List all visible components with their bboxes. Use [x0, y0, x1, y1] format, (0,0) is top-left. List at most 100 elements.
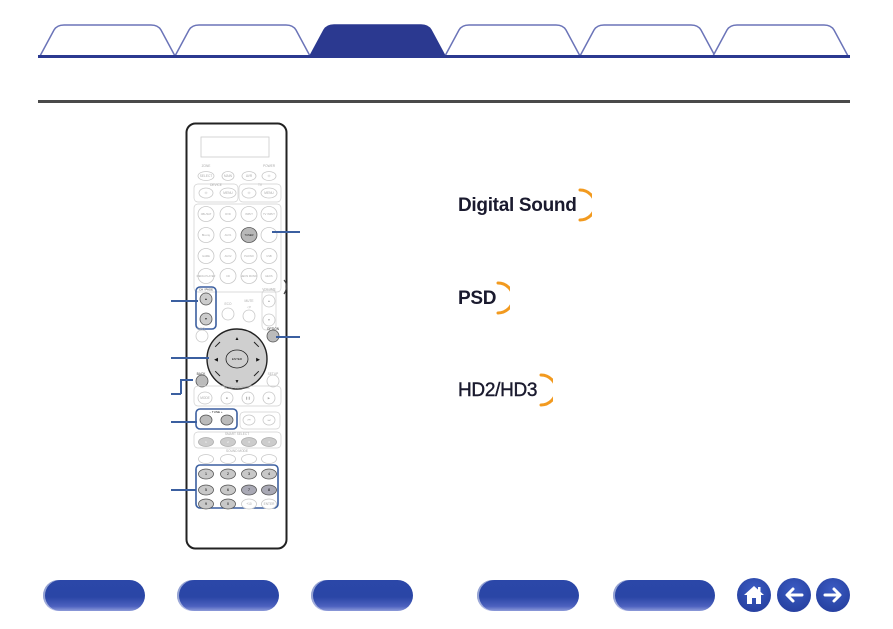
nav-button-1[interactable] — [43, 580, 145, 611]
tab-4-label — [459, 28, 566, 52]
label-back: BACK — [197, 372, 207, 376]
source-button-heos-label: HEOS — [265, 274, 273, 278]
skip-forward-button-label: ⏭ — [268, 418, 271, 422]
forward-button[interactable] — [816, 578, 850, 612]
tab-1-label — [54, 28, 161, 52]
arrow-right-icon — [823, 587, 842, 603]
callout-option — [276, 336, 300, 338]
label-eco: ECO — [225, 302, 232, 306]
sound-mode-pure — [261, 454, 277, 464]
logo-psd: PSD — [458, 281, 511, 315]
back-button — [195, 374, 209, 388]
logo-digital-sound: Digital Sound — [458, 188, 592, 222]
source-button-blank — [260, 227, 278, 243]
source-button-phono-label: PHONO — [244, 254, 254, 258]
channel-down-button-label: ▼ — [204, 317, 207, 321]
tab-6-label — [727, 28, 834, 52]
logo-arc-icon — [496, 281, 511, 315]
volume-down-button-label: ▼ — [267, 318, 270, 322]
source-button-dvd-label: DVD — [225, 212, 231, 216]
callout-back-v — [180, 379, 182, 394]
logo-hd2-hd3: HD2/HD3 — [458, 373, 554, 407]
channel-up-button-label: ▲ — [204, 297, 207, 301]
logo-arc-icon — [578, 188, 592, 222]
label-mute: MUTE — [244, 299, 253, 303]
setup-button — [266, 374, 280, 388]
logo-arc-icon — [539, 373, 554, 407]
label-zone: ZONE — [202, 164, 211, 168]
device-menu-button-label: MENU — [223, 191, 233, 195]
label-option: OPTION — [267, 327, 280, 331]
source-button-aux2-label: AUX2 — [225, 254, 232, 258]
stop-button-label: ■ — [226, 396, 228, 400]
cursor-right-arrow: ▶ — [256, 357, 260, 363]
tune-minus-button — [199, 414, 213, 426]
source-button-tv-input-label: TV INPUT — [263, 212, 275, 216]
source-button-media-player-label: MEDIA PLAYER — [197, 274, 216, 278]
nav-button-5[interactable] — [613, 580, 715, 611]
info-button — [195, 329, 209, 343]
logo-psd-text: PSD — [458, 288, 497, 309]
enter-key-button-label: ENTER — [264, 502, 276, 506]
cursor-up-arrow: ▲ — [235, 336, 240, 342]
label-channel-page: CH / PAGE — [199, 288, 213, 292]
volume-up-button-label: ▲ — [267, 299, 270, 303]
callout-channel-page — [171, 300, 198, 302]
logo-hd2-hd3-text: HD2/HD3 — [458, 380, 538, 401]
transport-mode-button-label: MODE — [200, 396, 210, 400]
tab-2-label — [189, 28, 296, 52]
eco-button — [221, 307, 235, 321]
source-button-cbl-sat-label: CBL/SAT — [201, 212, 212, 216]
callout-back-h2 — [180, 379, 193, 381]
sound-mode-movie — [198, 454, 214, 464]
label-tune: − TUNE + — [209, 410, 223, 414]
cursor-left-arrow: ◀ — [214, 357, 218, 363]
tv-menu-button-label: MENU — [264, 191, 274, 195]
source-button-aux1-label: AUX1 — [225, 233, 232, 237]
main-button-label: MAIN — [224, 174, 233, 178]
mute-glyph: ◁× — [247, 305, 251, 309]
tab-5-label — [594, 28, 701, 52]
plus10-button-label: +10 — [246, 502, 252, 506]
callout-tuner — [272, 231, 300, 233]
tab-3-label — [324, 28, 431, 52]
enter-button-label: ENTER — [232, 357, 243, 361]
logo-digital-sound-text: Digital Sound — [458, 195, 577, 216]
callout-cursor — [171, 357, 209, 359]
nav-button-2[interactable] — [177, 580, 279, 611]
avr-button-label: AVR — [246, 174, 253, 178]
callout-number-keys — [171, 489, 196, 491]
mute-button — [242, 309, 256, 323]
label-transport: MODE CONTROL — [224, 386, 250, 390]
source-button-game-label: GAME — [202, 254, 210, 258]
sound-mode-game — [241, 454, 257, 464]
home-button[interactable] — [737, 578, 771, 612]
skip-back-button-label: ⏮ — [248, 418, 251, 422]
source-button-heos-music-label: HEOS MUSIC — [241, 274, 258, 278]
source-button-usb-label: USB — [266, 254, 272, 258]
source-button-tuner-label: TUNER — [245, 233, 254, 237]
section-title-rule — [38, 100, 850, 103]
home-icon — [744, 586, 764, 604]
arrow-left-icon — [785, 587, 804, 603]
sound-mode-music — [220, 454, 236, 464]
source-button-blu-ray-label: Blu-ray — [202, 233, 211, 237]
tune-plus-button — [220, 414, 234, 426]
label-info: INFO — [197, 327, 205, 331]
label-sound-mode: SOUND MODE — [226, 449, 248, 453]
nav-button-3[interactable] — [311, 580, 413, 611]
back-button[interactable] — [777, 578, 811, 612]
nav-button-4[interactable] — [477, 580, 579, 611]
tab-bar-underline — [38, 55, 850, 58]
zone-select-button-label: SELECT — [200, 174, 212, 178]
source-button-cd-label: CD — [226, 274, 230, 278]
source-button-input-label: INPUT — [245, 212, 253, 216]
cursor-down-arrow: ▼ — [235, 379, 240, 385]
label-device: DEVICE — [210, 183, 222, 187]
label-power: POWER — [263, 164, 276, 168]
remote-control-illustration: ZONE POWERSELECT MAIN AVR ⏻DEVICE TV⏻ MENU ⏻ MEN… — [185, 122, 288, 550]
label-volume: VOLUME — [262, 288, 275, 292]
label-smart-select: SMART SELECT — [225, 432, 249, 436]
pause-button-label: ❚❚ — [245, 396, 250, 400]
label-setup: SETUP — [268, 372, 279, 376]
